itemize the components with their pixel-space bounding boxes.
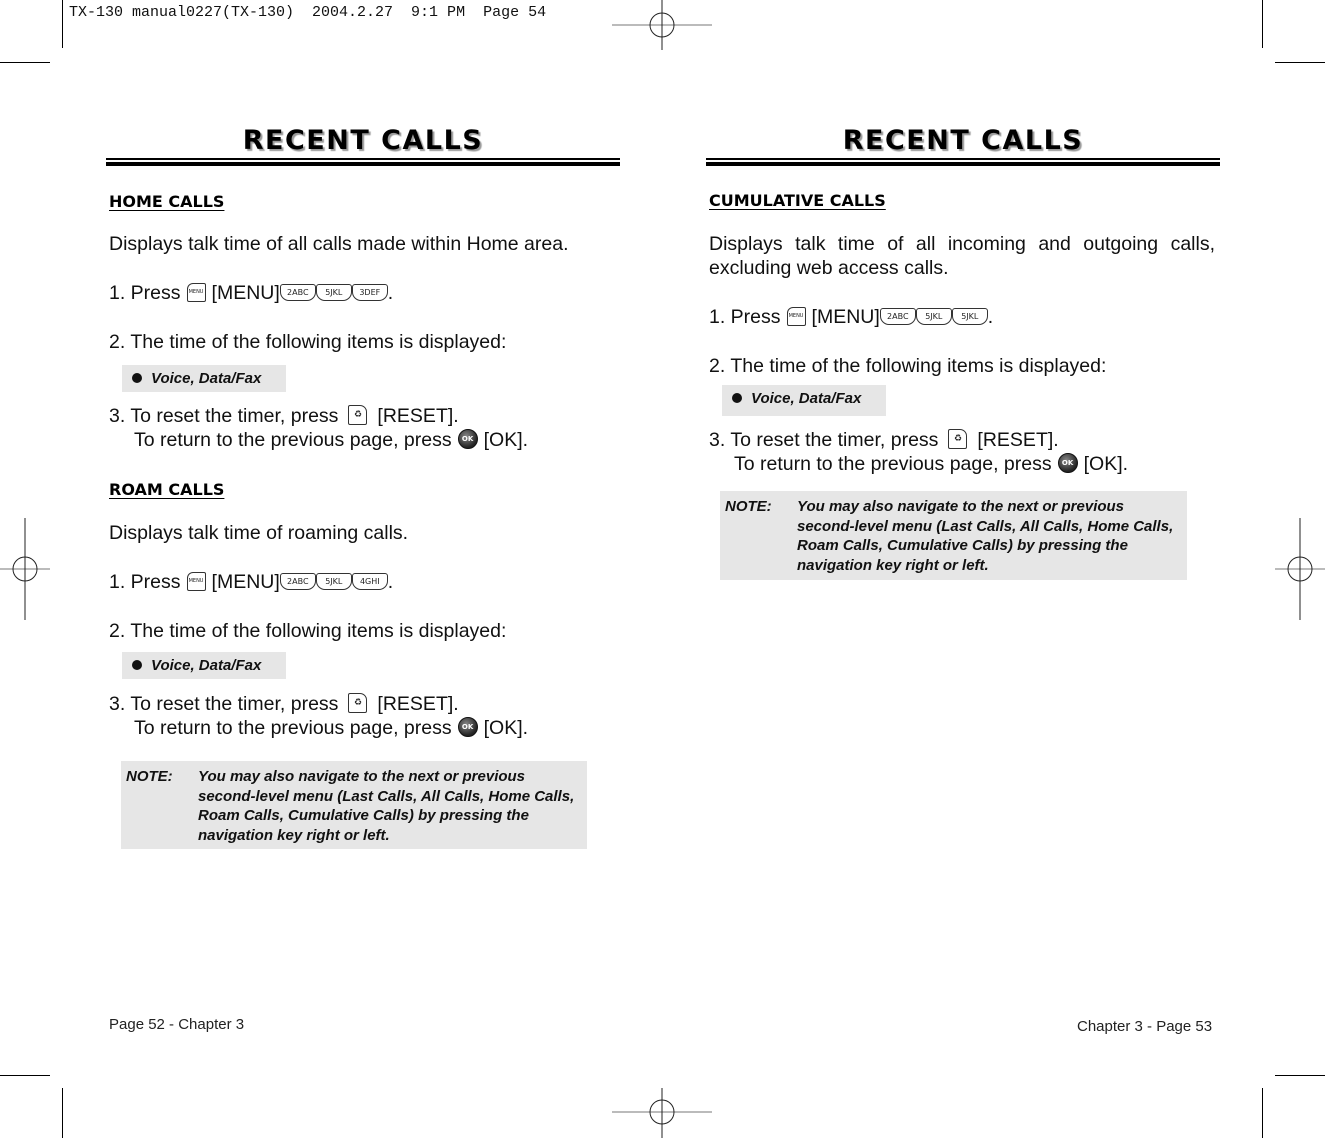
crop-mark: [0, 1075, 50, 1076]
section-heading: HOME CALLS: [109, 192, 225, 211]
ok-key-icon: OK: [1057, 453, 1078, 474]
note-box: NOTE: You may also navigate to the next …: [121, 761, 587, 849]
step-text: .: [387, 282, 394, 304]
list-item: Voice, Data/Fax: [751, 390, 862, 407]
key-3-icon: 3DEF: [351, 283, 388, 301]
step-text: .: [387, 571, 394, 593]
crop-mark: [1275, 1075, 1325, 1076]
key-5-icon: 5JKL: [951, 307, 988, 325]
key-5-icon: 5JKL: [315, 572, 352, 590]
title-rule: [706, 162, 1220, 166]
key-label: [MENU]: [811, 306, 880, 328]
reset-key-icon: ♻: [348, 693, 368, 714]
bullet-icon: [732, 393, 742, 403]
bullet-icon: [132, 660, 142, 670]
bullet-icon: [132, 373, 142, 383]
key-label: [RESET].: [377, 693, 459, 715]
key-label: [RESET].: [977, 429, 1059, 451]
registration-mark-icon: [612, 0, 712, 50]
key-label: [MENU]: [211, 282, 280, 304]
step-text: 3. To reset the timer, press: [109, 693, 339, 715]
step-1: 1. Press MENU [MENU] 2ABC 5JKL 5JKL.: [709, 305, 993, 329]
crop-mark: [1262, 0, 1263, 48]
step-text: To return to the previous page, press: [134, 429, 452, 451]
step-3: 3. To reset the timer, press ♻ [RESET].: [109, 404, 459, 428]
step-3: 3. To reset the timer, press ♻ [RESET].: [109, 692, 459, 716]
registration-mark-icon: [0, 518, 50, 620]
print-slug: TX-130 manual0227(TX-130) 2004.2.27 9:1 …: [69, 4, 547, 21]
page-title: RECENT CALLS: [242, 125, 484, 156]
items-list: Voice, Data/Fax: [122, 365, 286, 392]
list-item: Voice, Data/Fax: [151, 370, 262, 387]
menu-key-icon: MENU: [786, 306, 806, 326]
step-3-return: To return to the previous page, press OK[…: [109, 428, 528, 452]
step-1: 1. Press MENU [MENU] 2ABC 5JKL 3DEF.: [109, 281, 393, 305]
step-2: 2. The time of the following items is di…: [109, 620, 507, 642]
key-2-icon: 2ABC: [879, 307, 916, 325]
crop-mark: [62, 0, 63, 48]
items-list: Voice, Data/Fax: [122, 652, 286, 679]
crop-mark: [62, 1088, 63, 1138]
step-text: To return to the previous page, press: [734, 453, 1052, 475]
title-rule: [106, 162, 620, 166]
key-label: [RESET].: [377, 405, 459, 427]
title-rule: [706, 158, 1220, 160]
step-text: 1. Press: [709, 306, 781, 328]
key-label: [OK].: [483, 429, 529, 451]
note-text: You may also navigate to the next or pre…: [797, 498, 1174, 574]
section-description: Displays talk time of roaming calls.: [109, 522, 409, 544]
ok-key-icon: OK: [457, 429, 478, 450]
menu-key-icon: MENU: [186, 571, 206, 591]
ok-key-icon: OK: [457, 717, 478, 738]
page-footer: Chapter 3 - Page 53: [1077, 1018, 1213, 1035]
step-3-return: To return to the previous page, press OK[…: [109, 716, 528, 740]
section-heading: CUMULATIVE CALLS: [709, 191, 886, 210]
key-label: [MENU]: [211, 571, 280, 593]
items-list: Voice, Data/Fax: [722, 385, 886, 416]
reset-key-icon: ♻: [948, 429, 968, 450]
menu-key-icon: MENU: [186, 282, 206, 302]
key-2-icon: 2ABC: [279, 283, 316, 301]
step-text: .: [987, 306, 994, 328]
registration-mark-icon: [612, 1088, 712, 1138]
section-description: Displays talk time of all incoming and o…: [709, 233, 1215, 279]
page-footer: Page 52 - Chapter 3: [109, 1016, 245, 1033]
key-5-icon: 5JKL: [315, 283, 352, 301]
page-title: RECENT CALLS: [842, 125, 1084, 156]
crop-mark: [1262, 1088, 1263, 1138]
key-5-icon: 5JKL: [915, 307, 952, 325]
step-2: 2. The time of the following items is di…: [109, 331, 507, 353]
step-2: 2. The time of the following items is di…: [709, 355, 1107, 377]
crop-mark: [0, 62, 50, 63]
step-text: 3. To reset the timer, press: [709, 429, 939, 451]
step-1: 1. Press MENU [MENU] 2ABC 5JKL 4GHI.: [109, 570, 393, 594]
key-label: [OK].: [1083, 453, 1129, 475]
list-item: Voice, Data/Fax: [151, 657, 262, 674]
section-heading: ROAM CALLS: [109, 480, 225, 499]
key-label: [OK].: [483, 717, 529, 739]
registration-mark-icon: [1275, 518, 1325, 620]
note-box: NOTE: You may also navigate to the next …: [720, 491, 1187, 580]
section-description: Displays talk time of all calls made wit…: [109, 233, 569, 255]
key-4-icon: 4GHI: [351, 572, 388, 590]
reset-key-icon: ♻: [348, 405, 368, 426]
step-text: 1. Press: [109, 282, 181, 304]
note-label: NOTE:: [725, 498, 772, 515]
step-text: 1. Press: [109, 571, 181, 593]
crop-mark: [1275, 62, 1325, 63]
step-text: To return to the previous page, press: [134, 717, 452, 739]
step-text: 3. To reset the timer, press: [109, 405, 339, 427]
title-rule: [106, 158, 620, 160]
note-label: NOTE:: [126, 768, 173, 785]
note-text: You may also navigate to the next or pre…: [198, 768, 575, 844]
step-3-return: To return to the previous page, press OK[…: [709, 452, 1128, 476]
step-3: 3. To reset the timer, press ♻ [RESET].: [709, 428, 1059, 452]
key-2-icon: 2ABC: [279, 572, 316, 590]
